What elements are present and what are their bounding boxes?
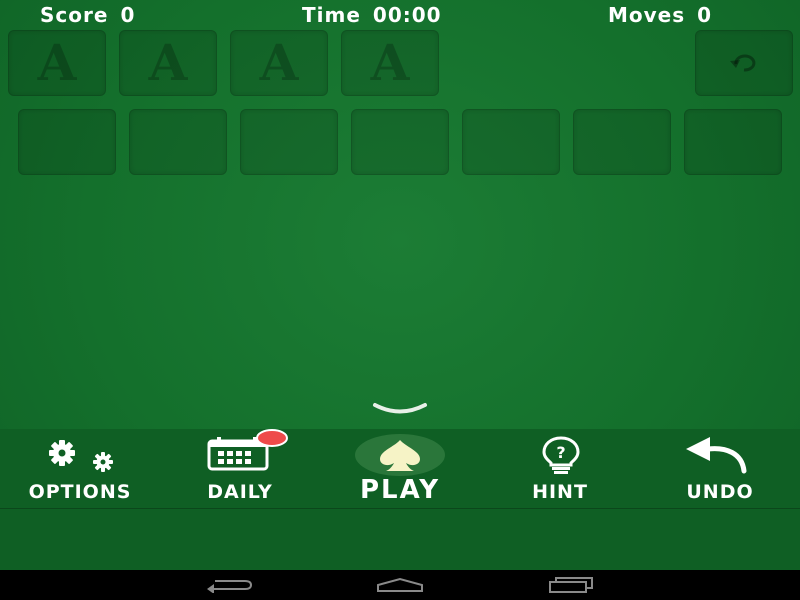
tableau-pile-7[interactable] [684,109,782,175]
svg-text:?: ? [556,443,565,462]
foundation-ace-label: A [148,33,188,92]
moves-display: Moves 0 [608,3,713,27]
play-button[interactable]: PLAY [320,429,480,507]
daily-label: DAILY [207,481,273,503]
foundation-ace-label: A [37,33,77,92]
time-display: Time 00:00 [302,3,442,27]
undo-label: UNDO [686,481,754,503]
options-label: OPTIONS [28,481,132,503]
tableau-pile-5[interactable] [462,109,560,175]
foundation-pile-3[interactable]: A [230,30,328,96]
undo-arrow-icon [686,437,747,474]
play-label: PLAY [359,475,441,505]
tableau-pile-4[interactable] [351,109,449,175]
home-icon[interactable] [376,577,424,593]
tableau-pile-2[interactable] [129,109,227,175]
moves-label: Moves [608,3,686,27]
foundation-pile-2[interactable]: A [119,30,217,96]
undo-button[interactable]: UNDO [640,429,800,507]
tableau-pile-3[interactable] [240,109,338,175]
score-display: Score 0 [40,3,136,27]
foundation-pile-4[interactable]: A [341,30,439,96]
time-label: Time [302,3,361,27]
foundation-ace-label: A [259,33,299,92]
foundation-ace-label: A [370,33,410,92]
options-button[interactable]: OPTIONS [0,429,160,507]
spade-icon [355,434,445,476]
foundation-pile-1[interactable]: A [8,30,106,96]
chevron-down-icon[interactable] [372,402,428,416]
hint-label: HINT [532,481,588,503]
redeal-icon [730,54,756,72]
bottom-action-bar: OPTIONS DAILY PLAY ? HINT UNDO [0,429,800,570]
hint-button[interactable]: ? HINT [480,429,640,507]
back-icon[interactable] [205,577,253,593]
lightbulb-icon: ? [542,436,580,474]
time-value: 00:00 [372,3,442,27]
recent-apps-icon[interactable] [548,577,596,593]
score-value: 0 [120,3,136,27]
stock-pile[interactable] [695,30,793,96]
gears-icon [49,440,113,472]
tableau-pile-6[interactable] [573,109,671,175]
system-navigation-bar [0,570,800,600]
moves-value: 0 [697,3,713,27]
tableau-pile-1[interactable] [18,109,116,175]
bar-divider [0,508,800,509]
notification-badge [256,429,288,447]
daily-button[interactable]: DAILY [160,429,320,507]
score-label: Score [40,3,109,27]
